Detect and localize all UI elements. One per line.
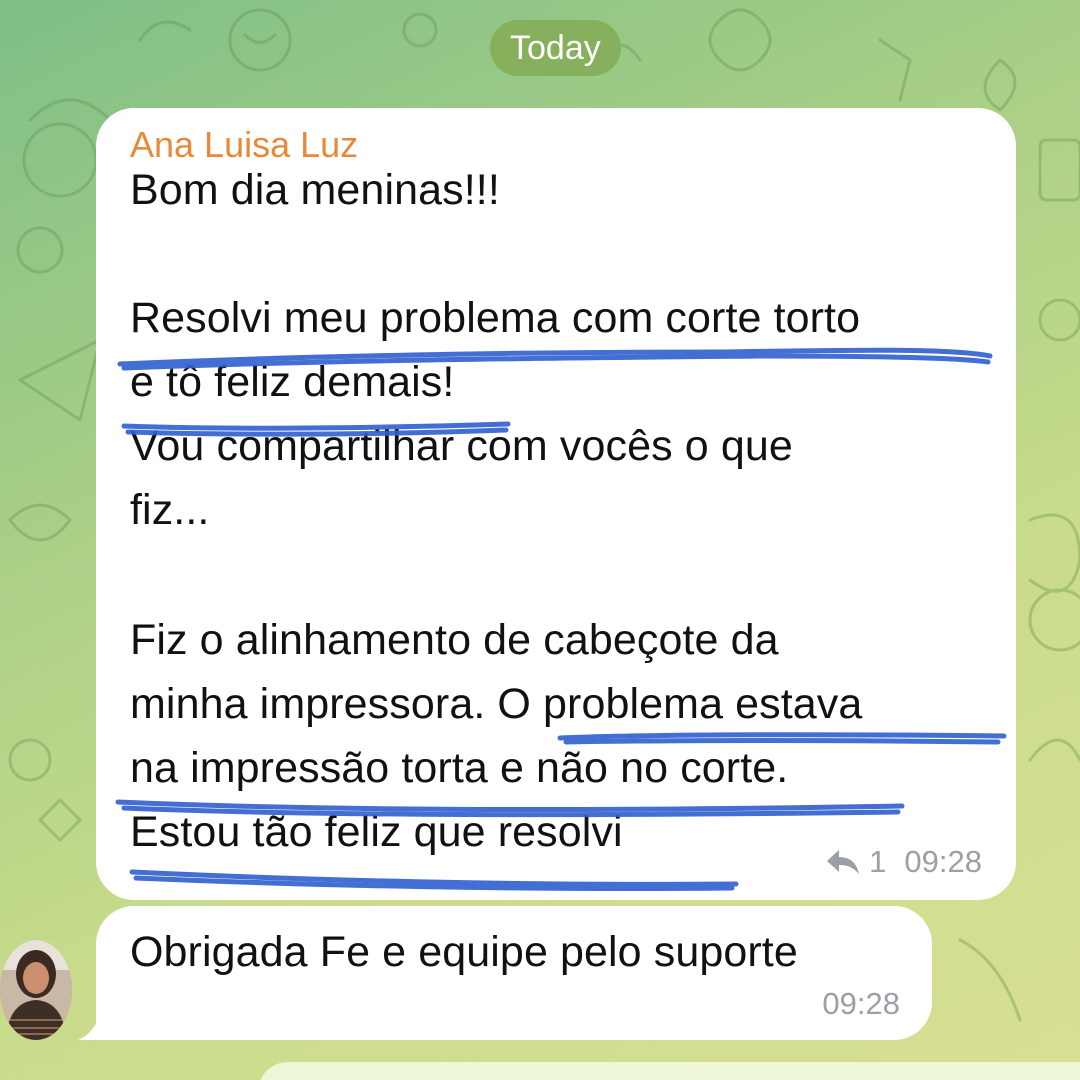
date-separator: Today — [490, 20, 621, 76]
next-message-bubble[interactable] — [258, 1062, 1080, 1080]
message-line: Obrigada Fe e equipe pelo suporte — [130, 928, 798, 976]
message-line: Fiz o alinhamento de cabeçote da — [130, 616, 779, 664]
message-meta: 1 09:28 — [825, 844, 982, 880]
message-line: na impressão torta e não no corte. — [130, 744, 789, 792]
message-time: 09:28 — [904, 844, 982, 879]
message-line: e tô feliz demais! — [130, 358, 455, 406]
message-bubble[interactable]: Ana Luisa Luz Bom dia meninas!!! Resolvi… — [96, 108, 1016, 900]
message-line: Resolvi meu problema com corte torto — [130, 294, 861, 342]
message-line: fiz... — [130, 486, 210, 534]
message-time: 09:28 — [822, 986, 900, 1021]
reply-arrow-icon[interactable] — [825, 848, 861, 876]
user-avatar[interactable] — [0, 940, 72, 1040]
message-bubble[interactable]: Obrigada Fe e equipe pelo suporte 09:28 — [96, 906, 932, 1040]
avatar-image — [0, 940, 72, 1040]
message-line: Vou compartilhar com vocês o que — [130, 422, 793, 470]
message-line: Estou tão feliz que resolvi — [130, 808, 623, 856]
message-line: Bom dia meninas!!! — [130, 166, 500, 214]
message-line: minha impressora. O problema estava — [130, 680, 863, 728]
reply-count[interactable]: 1 — [869, 844, 886, 880]
